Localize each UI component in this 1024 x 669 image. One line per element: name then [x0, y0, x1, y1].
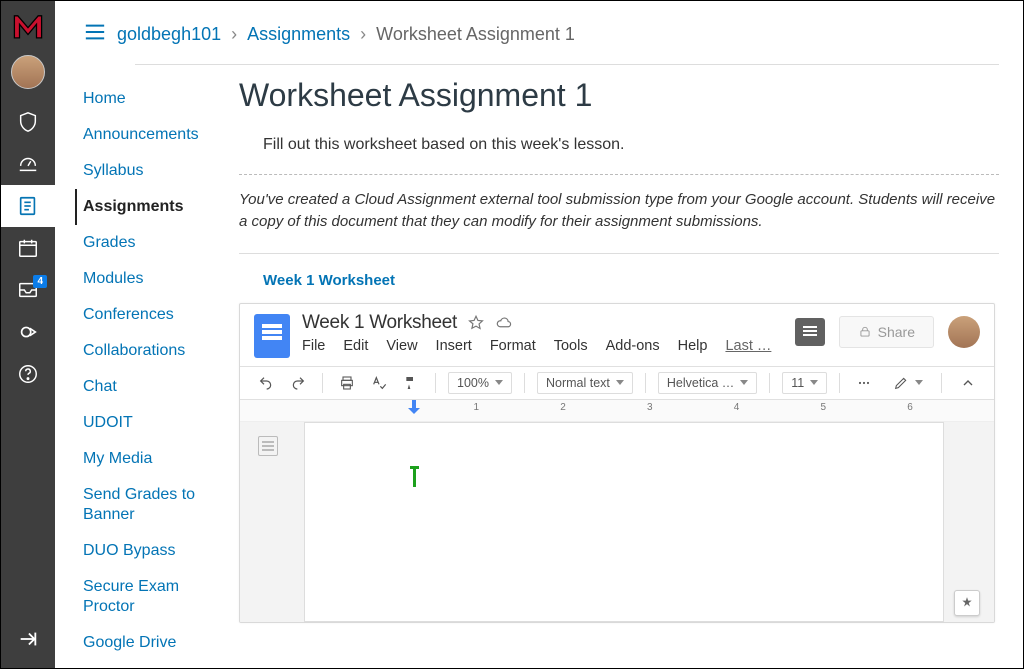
explore-button[interactable] [954, 590, 980, 616]
font-family-dropdown[interactable]: Helvetica … [658, 372, 757, 394]
global-nav-rail: 4 [1, 1, 55, 668]
ruler-tick: 2 [560, 402, 647, 419]
doc-ruler[interactable]: 123456 [240, 400, 994, 422]
star-icon[interactable] [467, 314, 485, 332]
ruler-tick: 4 [734, 402, 821, 419]
coursenav-item[interactable]: Conferences [79, 297, 235, 333]
dotted-divider [239, 174, 999, 175]
course-navigation: HomeAnnouncementsSyllabusAssignmentsGrad… [55, 65, 235, 668]
undo-icon[interactable] [254, 371, 278, 395]
coursenav-item[interactable]: Home [79, 81, 235, 117]
ruler-tick: 3 [647, 402, 734, 419]
spellcheck-icon[interactable] [367, 371, 391, 395]
google-doc-embed: Week 1 Worksheet File Edit View Insert Forma… [239, 303, 995, 623]
doc-last-edit[interactable]: Last … [725, 338, 771, 354]
content-row: HomeAnnouncementsSyllabusAssignmentsGrad… [55, 65, 1023, 668]
more-tools-icon[interactable] [852, 371, 876, 395]
editing-mode-icon[interactable] [889, 371, 927, 395]
doc-menu-item[interactable]: Format [490, 338, 536, 354]
nav-courses-icon[interactable] [1, 185, 55, 227]
coursenav-item[interactable]: Collaborations [79, 333, 235, 369]
inbox-badge: 4 [33, 275, 47, 288]
coursenav-item[interactable]: Secure Exam Proctor [79, 569, 235, 625]
coursenav-item[interactable]: Send Grades to Banner [79, 477, 235, 533]
coursenav-item[interactable]: Announcements [79, 117, 235, 153]
breadcrumb: goldbegh101 › Assignments › Worksheet As… [117, 24, 575, 45]
doc-menu-item[interactable]: File [302, 338, 325, 354]
coursenav-item[interactable]: Syllabus [79, 153, 235, 189]
nav-inbox-icon[interactable]: 4 [1, 269, 55, 311]
coursenav-item[interactable]: Assignments [75, 189, 235, 225]
coursenav-item[interactable]: My Media [79, 441, 235, 477]
nav-commons-icon[interactable] [1, 311, 55, 353]
institution-logo[interactable] [9, 7, 47, 45]
document-link[interactable]: Week 1 Worksheet [263, 272, 999, 289]
nav-dashboard-icon[interactable] [1, 143, 55, 185]
divider [239, 253, 999, 254]
doc-header: Week 1 Worksheet File Edit View Insert Forma… [240, 304, 994, 358]
zoom-dropdown[interactable]: 100% [448, 372, 512, 394]
paint-format-icon[interactable] [399, 371, 423, 395]
breadcrumb-current: Worksheet Assignment 1 [376, 24, 575, 45]
print-icon[interactable] [335, 371, 359, 395]
text-cursor [413, 469, 416, 487]
doc-menu-item[interactable]: Add-ons [606, 338, 660, 354]
breadcrumb-course[interactable]: goldbegh101 [117, 24, 221, 45]
hide-menus-icon[interactable] [956, 371, 980, 395]
coursenav-item[interactable]: Google Drive [79, 625, 235, 661]
doc-page[interactable] [304, 422, 944, 622]
nav-collapse-icon[interactable] [1, 618, 55, 660]
doc-menu-item[interactable]: View [386, 338, 417, 354]
doc-menu-bar: File Edit View Insert Format Tools Add-ons Help… [302, 338, 783, 354]
cloud-icon[interactable] [495, 314, 513, 332]
course-menu-toggle[interactable] [83, 21, 107, 48]
page-body: Worksheet Assignment 1 Fill out this wor… [235, 65, 1023, 668]
nav-calendar-icon[interactable] [1, 227, 55, 269]
coursenav-item[interactable]: Grades [79, 225, 235, 261]
doc-user-avatar[interactable] [948, 316, 980, 348]
doc-menu-item[interactable]: Tools [554, 338, 588, 354]
docs-file-icon[interactable] [254, 314, 290, 358]
comments-icon[interactable] [795, 318, 825, 346]
coursenav-item[interactable]: Modules [79, 261, 235, 297]
doc-menu-item[interactable]: Edit [343, 338, 368, 354]
ruler-tick: 1 [474, 402, 561, 419]
coursenav-item[interactable]: UDOIT [79, 405, 235, 441]
coursenav-item[interactable]: Chat [79, 369, 235, 405]
share-button[interactable]: Share [839, 316, 934, 348]
nav-help-icon[interactable] [1, 353, 55, 395]
user-avatar[interactable] [11, 55, 45, 89]
doc-title[interactable]: Week 1 Worksheet [302, 312, 457, 334]
font-size-dropdown[interactable]: 11 [782, 372, 827, 394]
doc-menu-item[interactable]: Insert [436, 338, 472, 354]
doc-menu-item[interactable]: Help [678, 338, 708, 354]
assignment-description: Fill out this worksheet based on this we… [263, 136, 999, 154]
paragraph-style-dropdown[interactable]: Normal text [537, 372, 633, 394]
ruler-tick: 5 [821, 402, 908, 419]
topbar: goldbegh101 › Assignments › Worksheet As… [55, 1, 1023, 58]
document-outline-icon[interactable] [258, 436, 278, 456]
breadcrumb-section[interactable]: Assignments [247, 24, 350, 45]
ruler-tick [387, 402, 474, 419]
coursenav-item[interactable]: Cisco Webex [79, 661, 235, 668]
breadcrumb-sep: › [231, 24, 237, 45]
breadcrumb-sep: › [360, 24, 366, 45]
doc-canvas [240, 422, 994, 622]
main-region: goldbegh101 › Assignments › Worksheet As… [55, 1, 1023, 668]
cloud-assignment-notice: You've created a Cloud Assignment extern… [239, 189, 999, 233]
coursenav-item[interactable]: DUO Bypass [79, 533, 235, 569]
doc-toolbar: 100% Normal text Helvetica … 11 [240, 366, 994, 400]
ruler-tick: 6 [907, 402, 994, 419]
page-title: Worksheet Assignment 1 [239, 77, 999, 114]
redo-icon[interactable] [286, 371, 310, 395]
share-button-label: Share [878, 324, 915, 340]
nav-admin-icon[interactable] [1, 101, 55, 143]
